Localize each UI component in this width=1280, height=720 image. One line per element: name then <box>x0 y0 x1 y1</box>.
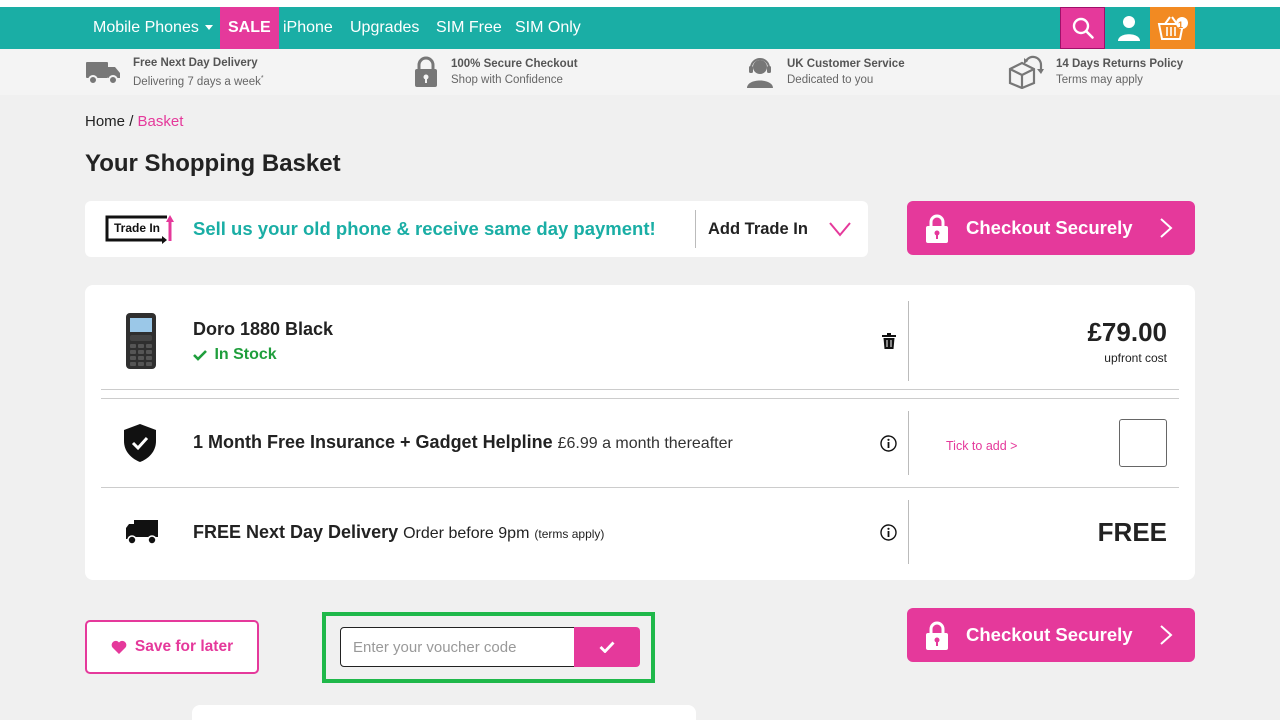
benefit-subtitle: Dedicated to you <box>787 74 874 86</box>
delivery-detail: Order before 9pm <box>403 525 530 542</box>
benefit-customer-service: UK Customer Service Dedicated to you <box>745 53 905 91</box>
insurance-detail: £6.99 a month thereafter <box>557 435 733 452</box>
checkmark-icon <box>193 349 207 361</box>
chevron-right-icon <box>1160 625 1173 645</box>
trade-in-logo: Trade In <box>105 213 177 245</box>
shield-check-icon <box>124 424 156 462</box>
price-note: upfront cost <box>1104 351 1167 365</box>
footnote-mark: * <box>260 74 264 82</box>
breadcrumb-current: Basket <box>137 113 184 130</box>
lock-icon <box>926 214 948 243</box>
nav-item-upgrades[interactable]: Upgrades <box>350 7 419 49</box>
product-image <box>125 312 157 375</box>
checkmark-icon <box>599 641 615 653</box>
checkout-label: Checkout Securely <box>966 624 1133 645</box>
benefit-title: Free Next Day Delivery <box>133 56 258 69</box>
breadcrumb-home[interactable]: Home <box>85 113 125 130</box>
insurance-title: 1 Month Free Insurance + Gadget Helpline <box>193 432 553 452</box>
account-button[interactable] <box>1106 7 1151 49</box>
basket-count-badge: 1 <box>1178 20 1184 30</box>
delivery-truck-icon <box>126 520 158 545</box>
lock-icon <box>926 621 948 650</box>
checkout-securely-button[interactable]: Checkout Securely <box>907 201 1195 255</box>
column-divider <box>908 500 909 564</box>
delivery-terms-link[interactable]: (terms apply) <box>534 527 604 541</box>
benefit-subtitle: Delivering 7 days a week <box>133 75 261 88</box>
return-box-icon <box>1008 55 1044 89</box>
delivery-text: FREE Next Day Delivery Order before 9pm … <box>193 522 604 543</box>
row-divider <box>101 487 1179 488</box>
page-title: Your Shopping Basket <box>85 150 341 177</box>
nav-item-label: Mobile Phones <box>93 19 199 36</box>
checkout-label: Checkout Securely <box>966 217 1133 238</box>
product-name: Doro 1880 Black <box>193 319 334 339</box>
info-icon[interactable] <box>880 435 897 452</box>
top-strip <box>0 0 1280 7</box>
nav-item-sim-only[interactable]: SIM Only <box>515 7 581 49</box>
main-nav: Mobile Phones SALE iPhone Upgrades SIM F… <box>0 7 1280 49</box>
delivery-title: FREE Next Day Delivery <box>193 522 399 542</box>
delivery-price: FREE <box>1097 517 1167 547</box>
nav-item-sim-free[interactable]: SIM Free <box>436 7 502 49</box>
insurance-text: 1 Month Free Insurance + Gadget Helpline… <box>193 432 733 453</box>
trade-in-bar: Trade In Sell us your old phone & receiv… <box>85 201 868 257</box>
nav-item-iphone[interactable]: iPhone <box>283 7 333 49</box>
basket-icon <box>1157 16 1188 40</box>
search-button[interactable] <box>1060 7 1105 49</box>
voucher-submit-button[interactable] <box>574 627 640 667</box>
account-icon <box>1117 16 1140 41</box>
lock-icon <box>415 56 437 87</box>
benefit-title: 100% Secure Checkout <box>451 58 578 70</box>
checkout-securely-button[interactable]: Checkout Securely <box>907 608 1195 662</box>
benefit-subtitle: Shop with Confidence <box>451 74 563 86</box>
benefit-secure: 100% Secure Checkout Shop with Confidenc… <box>413 53 578 91</box>
headset-icon <box>747 58 773 88</box>
chevron-down-icon[interactable] <box>828 219 852 239</box>
row-divider <box>101 389 1179 390</box>
benefits-strip: Free Next Day Delivery Delivering 7 days… <box>0 49 1280 95</box>
heart-icon <box>111 640 127 654</box>
breadcrumb-separator: / <box>129 113 134 130</box>
benefit-title: 14 Days Returns Policy <box>1056 58 1184 70</box>
benefit-delivery: Free Next Day Delivery Delivering 7 days… <box>85 53 264 91</box>
delivery-van-icon <box>86 62 120 85</box>
trade-in-message: Sell us your old phone & receive same da… <box>193 218 656 239</box>
phone-image <box>126 313 156 369</box>
caret-down-icon <box>205 24 214 30</box>
tick-to-add-label: Tick to add > <box>946 439 1018 453</box>
column-divider <box>908 301 909 381</box>
search-icon <box>1072 17 1094 39</box>
nav-item-sale[interactable]: SALE <box>220 7 279 49</box>
trash-icon[interactable] <box>882 333 896 349</box>
stock-status: In Stock <box>193 346 277 364</box>
save-for-later-label: Save for later <box>134 638 234 655</box>
row-divider <box>101 398 1179 399</box>
benefit-title: UK Customer Service <box>787 58 905 70</box>
insurance-checkbox[interactable] <box>1119 419 1167 467</box>
benefit-subtitle: Terms may apply <box>1056 74 1143 86</box>
breadcrumb: Home / Basket <box>85 113 183 130</box>
nav-item-mobile-phones[interactable]: Mobile Phones <box>93 7 214 49</box>
chevron-right-icon <box>1160 218 1173 238</box>
add-trade-in-toggle[interactable]: Add Trade In <box>708 201 808 257</box>
voucher-code-input[interactable] <box>340 627 576 667</box>
summary-card <box>192 705 696 720</box>
info-icon[interactable] <box>880 524 897 541</box>
column-divider <box>908 411 909 475</box>
trade-in-logo-text: Trade In <box>114 221 161 235</box>
product-price: £79.00 <box>1087 317 1167 347</box>
divider <box>695 210 696 248</box>
benefit-returns: 14 Days Returns Policy Terms may apply <box>1008 53 1183 91</box>
basket-card: Doro 1880 Black In Stock £79.00 upfront … <box>85 285 1195 580</box>
basket-button[interactable]: 1 <box>1150 7 1195 49</box>
save-for-later-button[interactable]: Save for later <box>85 620 259 674</box>
stock-label: In Stock <box>214 346 277 363</box>
